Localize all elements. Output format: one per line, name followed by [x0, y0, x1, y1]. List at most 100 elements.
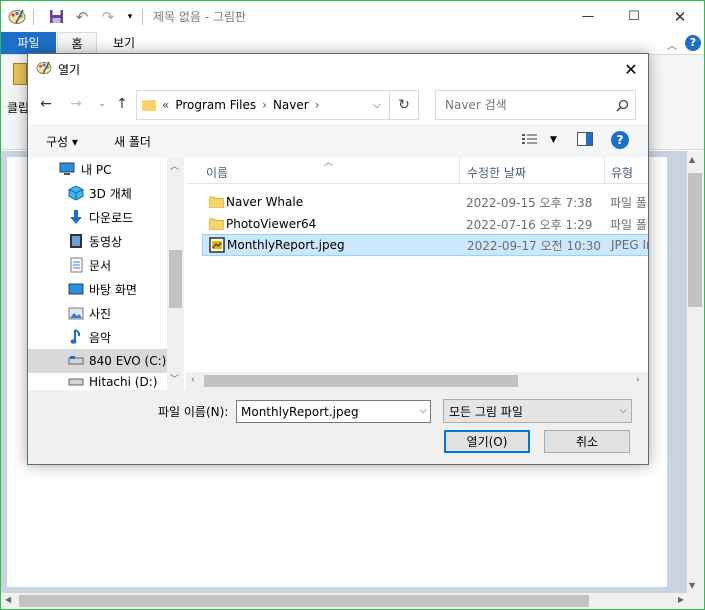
file-row[interactable]: PhotoViewer64 2022-07-16 오후 1:29 파일 폴: [202, 213, 648, 235]
paste-icon[interactable]: [13, 63, 27, 85]
maximize-button[interactable]: ☐: [611, 1, 657, 32]
dialog-close-button[interactable]: ✕: [614, 54, 648, 84]
tab-home[interactable]: 홈: [57, 32, 97, 54]
view-options-icon[interactable]: [522, 133, 540, 148]
canvas-horizontal-scrollbar[interactable]: ◀ ▶: [1, 593, 704, 609]
file-row[interactable]: Naver Whale 2022-09-15 오후 7:38 파일 폴: [202, 191, 648, 213]
vertical-scroll-thumb[interactable]: [688, 173, 702, 307]
file-name: Naver Whale: [226, 195, 304, 209]
close-button[interactable]: ✕: [657, 1, 703, 32]
filename-value[interactable]: MonthlyReport.jpeg: [241, 405, 359, 419]
tree-item-drive-c[interactable]: 840 EVO (C:): [28, 349, 167, 373]
tree-item-this-pc[interactable]: 내 PC: [28, 157, 167, 181]
tree-item-desktop[interactable]: 바탕 화면: [28, 277, 167, 301]
paint-app-icon: [7, 7, 27, 27]
organize-button[interactable]: 구성 ▾: [46, 133, 78, 150]
file-date: 2022-09-17 오전 10:30: [467, 238, 602, 253]
column-type[interactable]: 유형: [611, 164, 633, 181]
breadcrumb-naver[interactable]: Naver: [273, 98, 309, 112]
scroll-up-icon[interactable]: ▲: [689, 155, 695, 164]
back-icon[interactable]: ←: [36, 94, 56, 114]
tree-item-pictures[interactable]: 사진: [28, 301, 167, 325]
scroll-left-icon[interactable]: ‹: [191, 375, 195, 385]
tree-item-documents[interactable]: 문서: [28, 253, 167, 277]
open-button[interactable]: 열기(O): [444, 430, 530, 453]
file-type: 파일 폴: [610, 217, 647, 232]
file-list-scroll-thumb[interactable]: [204, 375, 518, 387]
redo-icon[interactable]: ↷: [98, 7, 118, 27]
tab-view[interactable]: 보기: [99, 32, 149, 54]
column-date-modified[interactable]: 수정한 날짜: [467, 164, 526, 181]
undo-icon[interactable]: ↶: [72, 7, 92, 27]
file-type: JPEG Im: [611, 238, 648, 252]
tree-item-drive-d[interactable]: Hitachi (D:): [28, 373, 167, 390]
scroll-down-icon[interactable]: ▼: [689, 581, 695, 590]
file-date: 2022-07-16 오후 1:29: [466, 217, 593, 232]
window-title: 제목 없음 - 그림판: [153, 10, 247, 24]
search-input[interactable]: [445, 98, 609, 112]
column-separator[interactable]: [604, 158, 605, 184]
refresh-icon[interactable]: ↻: [389, 91, 418, 119]
help-icon[interactable]: ?: [685, 35, 701, 51]
dialog-titlebar: 열기 ✕: [28, 54, 648, 84]
document-icon: [68, 257, 84, 273]
preview-pane-icon[interactable]: [576, 131, 593, 149]
minimize-button[interactable]: —: [565, 1, 611, 32]
scroll-right-icon[interactable]: ›: [636, 375, 640, 385]
drive-icon: [68, 353, 84, 369]
filename-dropdown-icon[interactable]: ⌵: [419, 405, 427, 416]
filename-input[interactable]: MonthlyReport.jpeg ⌵: [236, 400, 431, 423]
folder-icon: [142, 99, 156, 111]
collapse-ribbon-icon[interactable]: ︿: [667, 37, 677, 52]
up-folder-icon[interactable]: ↑: [112, 94, 132, 114]
scroll-up-icon[interactable]: ︿: [170, 159, 179, 172]
breadcrumb-overflow[interactable]: «: [162, 98, 169, 112]
tree-item-label: Hitachi (D:): [89, 374, 158, 389]
recent-locations-icon[interactable]: ⌄: [92, 94, 112, 114]
picture-icon: [68, 305, 84, 321]
column-name[interactable]: 이름: [206, 164, 228, 181]
view-dropdown-icon[interactable]: ▼: [550, 135, 557, 145]
tree-item-videos[interactable]: 동영상: [28, 229, 167, 253]
address-dropdown-icon[interactable]: ⌵: [366, 91, 388, 119]
scroll-right-icon[interactable]: ▶: [678, 595, 684, 604]
help-icon[interactable]: ?: [610, 131, 629, 149]
navigation-row: ← → ⌄ ↑ « Program Files › Naver › ⌵ ↻: [28, 86, 648, 122]
tree-item-label: 음악: [89, 330, 112, 345]
ribbon-tabs: 파일 홈 보기 ︿ ?: [1, 32, 704, 54]
search-icon[interactable]: [609, 99, 635, 112]
breadcrumb-program-files[interactable]: Program Files: [175, 98, 256, 112]
tree-item-label: 동영상: [89, 234, 123, 249]
file-date: 2022-09-15 오후 7:38: [466, 195, 593, 210]
tree-item-downloads[interactable]: 다운로드: [28, 205, 167, 229]
scroll-down-icon[interactable]: ﹀: [170, 372, 179, 385]
tree-scroll-thumb[interactable]: [169, 250, 182, 308]
customize-qa-icon[interactable]: ▾: [124, 7, 136, 27]
search-box[interactable]: [435, 90, 636, 120]
view-controls: ▼ ?: [522, 131, 629, 149]
horizontal-scroll-thumb[interactable]: [19, 595, 589, 607]
tab-file[interactable]: 파일: [1, 32, 56, 54]
tree-item-music[interactable]: 음악: [28, 325, 167, 349]
file-list-horizontal-scrollbar[interactable]: ‹ ›: [186, 372, 648, 390]
forward-icon[interactable]: →: [66, 94, 86, 114]
filter-dropdown-icon[interactable]: ⌵: [619, 405, 627, 416]
tree-scrollbar[interactable]: ︿ ﹀: [167, 158, 184, 390]
cancel-button[interactable]: 취소: [544, 430, 630, 453]
separator: [142, 8, 143, 25]
breadcrumb-separator[interactable]: ›: [315, 98, 320, 112]
address-bar[interactable]: « Program Files › Naver › ⌵ ↻: [136, 90, 419, 120]
new-folder-button[interactable]: 새 폴더: [114, 133, 151, 150]
file-name: PhotoViewer64: [226, 217, 317, 231]
file-row-selected[interactable]: MonthlyReport.jpeg 2022-09-17 오전 10:30 J…: [202, 234, 648, 256]
canvas-vertical-scrollbar[interactable]: ▲ ▼: [687, 151, 704, 594]
column-separator[interactable]: [459, 158, 460, 184]
scroll-left-icon[interactable]: ◀: [5, 595, 11, 604]
save-icon[interactable]: [46, 7, 66, 27]
paint-titlebar: ↶ ↷ ▾ 제목 없음 - 그림판 — ☐ ✕: [1, 1, 704, 32]
breadcrumb-separator[interactable]: ›: [262, 98, 267, 112]
dialog-toolbar: 구성 ▾ 새 폴더 ▼ ?: [28, 124, 648, 158]
tree-item-3d-objects[interactable]: 3D 개체: [28, 181, 167, 205]
cube-3d-icon: [68, 185, 84, 201]
file-type-filter[interactable]: 모든 그림 파일 ⌵: [443, 399, 632, 423]
